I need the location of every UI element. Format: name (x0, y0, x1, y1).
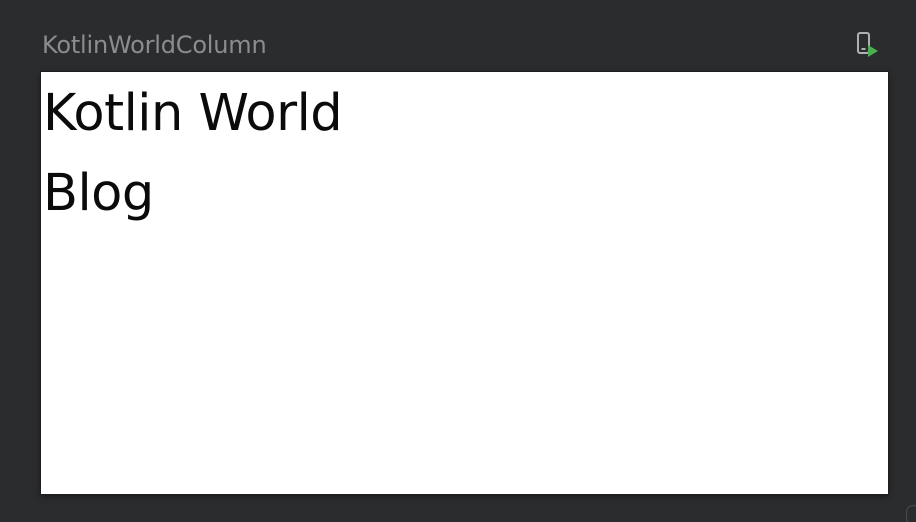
column-text-kotlin-world: Kotlin World (43, 84, 343, 143)
preview-render-surface: Kotlin World Blog (41, 72, 888, 494)
kotlin-world-column: Kotlin World Blog (43, 74, 343, 234)
deploy-to-device-icon (857, 32, 878, 57)
preview-header: KotlinWorldColumn (0, 0, 916, 70)
column-text-blog: Blog (43, 164, 154, 223)
preview-title: KotlinWorldColumn (42, 31, 267, 59)
deploy-preview-button[interactable] (852, 30, 882, 60)
scroll-corner-indicator (906, 505, 916, 522)
compose-preview-panel: KotlinWorldColumn Kotlin World Blog (0, 0, 916, 522)
